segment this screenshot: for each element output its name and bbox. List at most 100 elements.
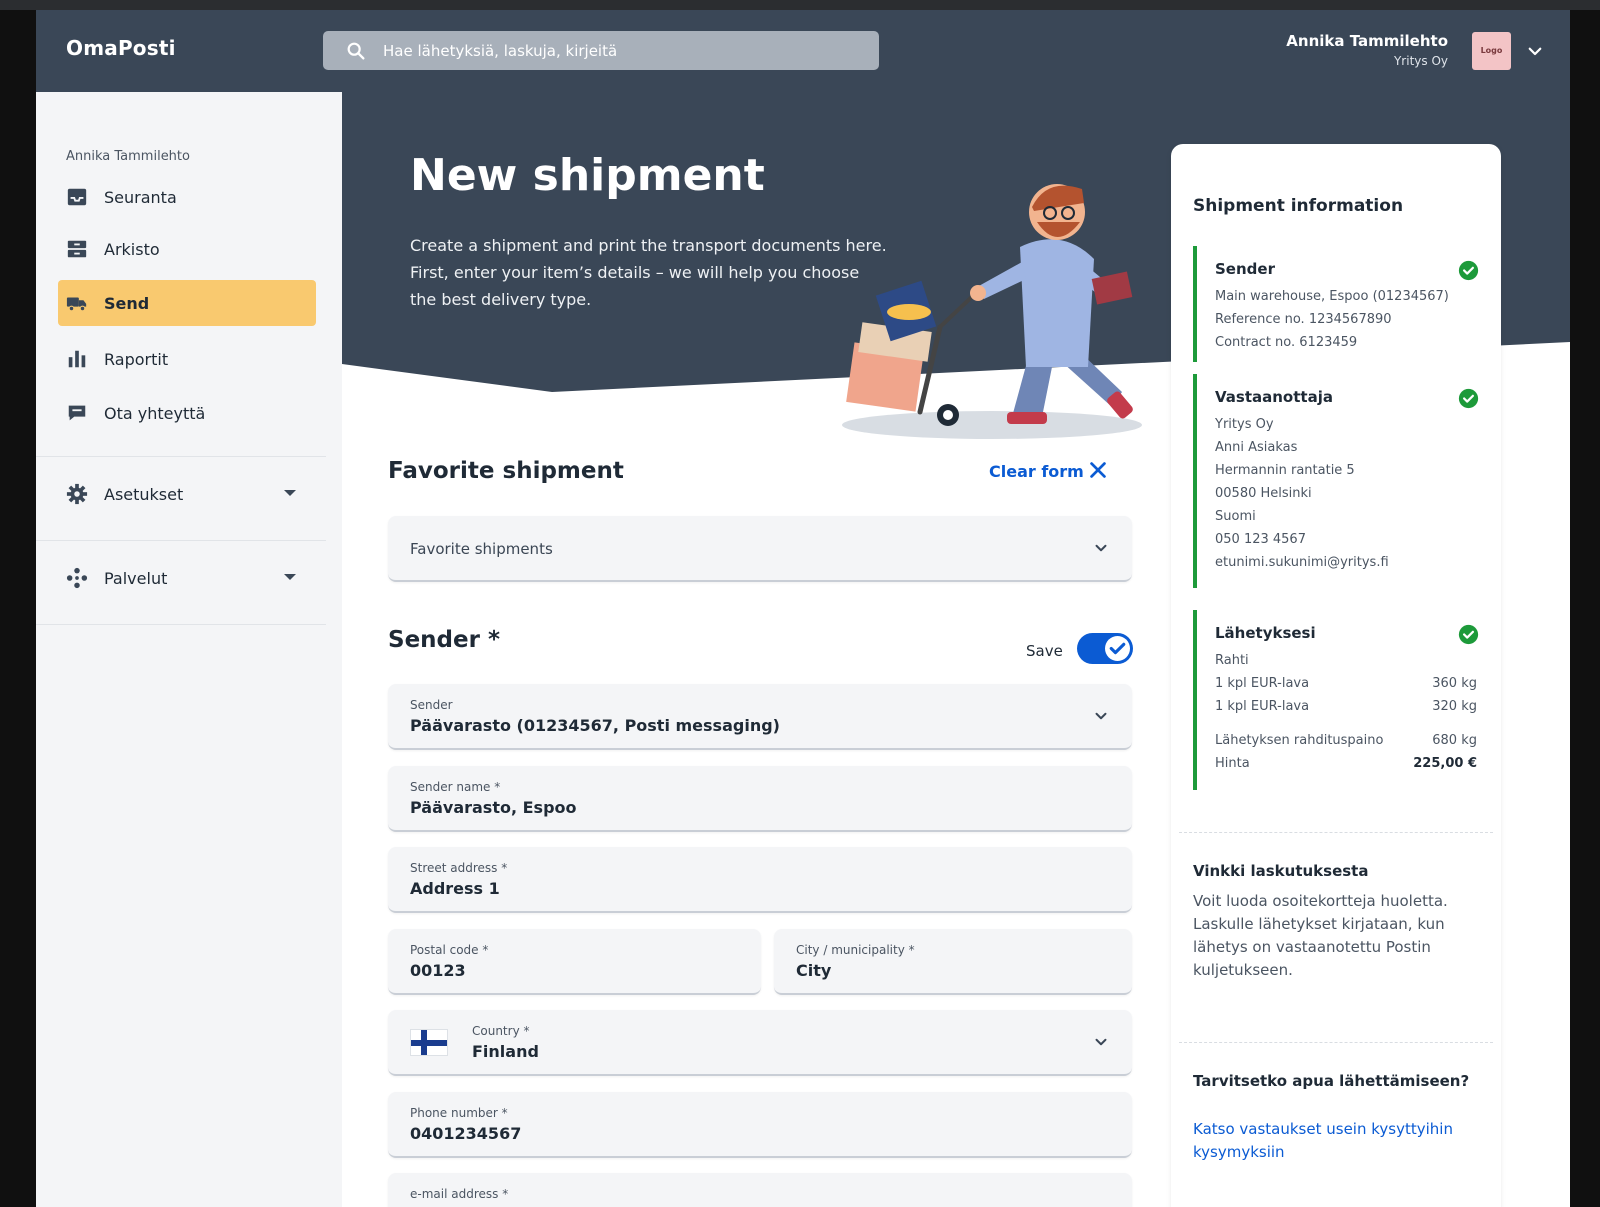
top-header: OmaPosti Hae lähetyksiä, laskuja, kirjei… bbox=[36, 10, 1570, 92]
shipment-summary[interactable]: Lähetyksesi Rahti 1 kpl EUR-lava 360 kg … bbox=[1193, 610, 1479, 790]
favorite-shipments-placeholder: Favorite shipments bbox=[410, 540, 553, 558]
sender-summary-title: Sender bbox=[1215, 260, 1275, 278]
chevron-down-icon bbox=[1095, 544, 1107, 552]
save-toggle[interactable] bbox=[1077, 633, 1133, 664]
panel-divider bbox=[1179, 832, 1493, 833]
sidebar-divider bbox=[36, 540, 326, 541]
page-title: New shipment bbox=[410, 150, 765, 201]
brand-logo[interactable]: OmaPosti bbox=[66, 36, 176, 60]
company-logo[interactable]: Logo bbox=[1472, 32, 1511, 70]
shipment-summary-title: Lähetyksesi bbox=[1215, 624, 1316, 642]
caret-down-icon bbox=[284, 574, 296, 580]
services-icon bbox=[66, 567, 88, 589]
check-circle-icon bbox=[1458, 624, 1479, 645]
app-frame: OmaPosti Hae lähetyksiä, laskuja, kirjei… bbox=[36, 10, 1570, 1207]
billing-tip-text: Voit luoda osoitekortteja huoletta. Lask… bbox=[1193, 892, 1448, 979]
sidebar: Annika Tammilehto Seuranta Arkisto Send … bbox=[36, 92, 342, 1207]
sidebar-item-send[interactable]: Send bbox=[58, 280, 316, 326]
caret-down-icon bbox=[284, 490, 296, 496]
sender-section-title: Sender * bbox=[388, 627, 500, 653]
country-select[interactable]: Country * Finland bbox=[388, 1010, 1132, 1076]
recipient-line: Anni Asiakas bbox=[1215, 440, 1298, 455]
field-value: 00123 bbox=[410, 961, 466, 980]
search-bar[interactable]: Hae lähetyksiä, laskuja, kirjeitä bbox=[323, 31, 879, 70]
clear-form-link[interactable]: Clear form bbox=[989, 462, 1084, 481]
close-icon[interactable] bbox=[1087, 459, 1109, 481]
total-weight-value: 680 kg bbox=[1432, 733, 1477, 748]
sidebar-item-label: Asetukset bbox=[104, 485, 184, 504]
sender-line: Main warehouse, Espoo (01234567) bbox=[1215, 289, 1449, 304]
sender-select[interactable]: Sender Päävarasto (01234567, Posti messa… bbox=[388, 684, 1132, 750]
field-value: Päävarasto, Espoo bbox=[410, 798, 577, 817]
sidebar-item-arkisto[interactable]: Arkisto bbox=[58, 226, 316, 272]
city-field[interactable]: City / municipality * City bbox=[774, 929, 1132, 995]
field-label: Sender bbox=[410, 698, 453, 712]
sidebar-item-palvelut[interactable]: Palvelut bbox=[58, 555, 316, 601]
sender-name-field[interactable]: Sender name * Päävarasto, Espoo bbox=[388, 766, 1132, 832]
check-circle-icon bbox=[1458, 388, 1479, 409]
sidebar-item-label: Ota yhteyttä bbox=[104, 404, 206, 423]
sidebar-item-label: Send bbox=[104, 294, 150, 313]
field-label: Postal code * bbox=[410, 943, 489, 957]
field-label: Country * bbox=[472, 1024, 530, 1038]
recipient-line: 00580 Helsinki bbox=[1215, 486, 1312, 501]
field-label: Sender name * bbox=[410, 780, 501, 794]
sidebar-item-label: Arkisto bbox=[104, 240, 160, 259]
sender-line: Contract no. 6123459 bbox=[1215, 335, 1358, 350]
sidebar-user-name: Annika Tammilehto bbox=[66, 149, 190, 164]
faq-link[interactable]: Katso vastaukset usein kysyttyihin kysym… bbox=[1193, 1118, 1483, 1164]
field-label: Phone number * bbox=[410, 1106, 508, 1120]
recipient-line: Yritys Oy bbox=[1215, 417, 1274, 432]
shipment-item-label: 1 kpl EUR-lava bbox=[1215, 699, 1310, 714]
save-toggle-label: Save bbox=[1026, 642, 1063, 660]
sender-line: Reference no. 1234567890 bbox=[1215, 312, 1392, 327]
email-field[interactable]: e-mail address * bbox=[388, 1173, 1132, 1207]
total-weight-label: Lähetyksen rahdituspaino bbox=[1215, 733, 1384, 748]
check-circle-icon bbox=[1458, 260, 1479, 281]
field-value: Finland bbox=[472, 1042, 539, 1061]
archive-icon bbox=[67, 240, 87, 258]
inbox-icon bbox=[67, 188, 87, 206]
field-label: e-mail address * bbox=[410, 1187, 509, 1201]
postal-code-field[interactable]: Postal code * 00123 bbox=[388, 929, 761, 995]
sidebar-item-raportit[interactable]: Raportit bbox=[58, 336, 316, 382]
gear-icon bbox=[66, 483, 88, 505]
recipient-line: etunimi.sukunimi@yritys.fi bbox=[1215, 555, 1389, 570]
field-value: City bbox=[796, 961, 832, 980]
chevron-down-icon bbox=[1095, 712, 1107, 720]
recipient-line: Hermannin rantatie 5 bbox=[1215, 463, 1355, 478]
chat-icon bbox=[68, 405, 86, 421]
checkmark-icon bbox=[1109, 642, 1126, 655]
search-placeholder: Hae lähetyksiä, laskuja, kirjeitä bbox=[383, 42, 618, 60]
sender-summary[interactable]: Sender Main warehouse, Espoo (01234567) … bbox=[1193, 246, 1479, 362]
panel-title: Shipment information bbox=[1193, 196, 1404, 216]
user-company: Yritys Oy bbox=[1393, 54, 1448, 68]
field-label: Street address * bbox=[410, 861, 508, 875]
shipment-item-weight: 320 kg bbox=[1432, 699, 1477, 714]
search-icon bbox=[347, 42, 365, 60]
sidebar-item-ota-yhteytta[interactable]: Ota yhteyttä bbox=[58, 390, 316, 436]
truck-icon bbox=[66, 297, 87, 312]
sidebar-item-seuranta[interactable]: Seuranta bbox=[58, 174, 316, 220]
chevron-down-icon[interactable] bbox=[1526, 42, 1544, 60]
recipient-summary[interactable]: Vastaanottaja Yritys Oy Anni Asiakas Her… bbox=[1193, 374, 1479, 588]
sidebar-item-asetukset[interactable]: Asetukset bbox=[58, 471, 316, 517]
price-value: 225,00 € bbox=[1413, 756, 1477, 771]
favorite-shipment-title: Favorite shipment bbox=[388, 458, 624, 484]
shipment-info-panel: Shipment information Sender Main warehou… bbox=[1171, 144, 1501, 1207]
price-label: Hinta bbox=[1215, 756, 1250, 771]
user-name[interactable]: Annika Tammilehto bbox=[1286, 32, 1448, 50]
shipment-item-weight: 360 kg bbox=[1432, 676, 1477, 691]
street-address-field[interactable]: Street address * Address 1 bbox=[388, 847, 1132, 913]
field-value: 0401234567 bbox=[410, 1124, 522, 1143]
recipient-line: Suomi bbox=[1215, 509, 1256, 524]
billing-tip-title: Vinkki laskutuksesta bbox=[1193, 862, 1369, 880]
sidebar-divider bbox=[36, 456, 326, 457]
recipient-line: 050 123 4567 bbox=[1215, 532, 1306, 547]
toggle-knob bbox=[1105, 636, 1130, 661]
sidebar-divider bbox=[36, 624, 326, 625]
phone-number-field[interactable]: Phone number * 0401234567 bbox=[388, 1092, 1132, 1158]
favorite-shipments-select[interactable]: Favorite shipments bbox=[388, 516, 1132, 582]
sidebar-item-label: Palvelut bbox=[104, 569, 168, 588]
finland-flag-icon bbox=[410, 1029, 448, 1056]
